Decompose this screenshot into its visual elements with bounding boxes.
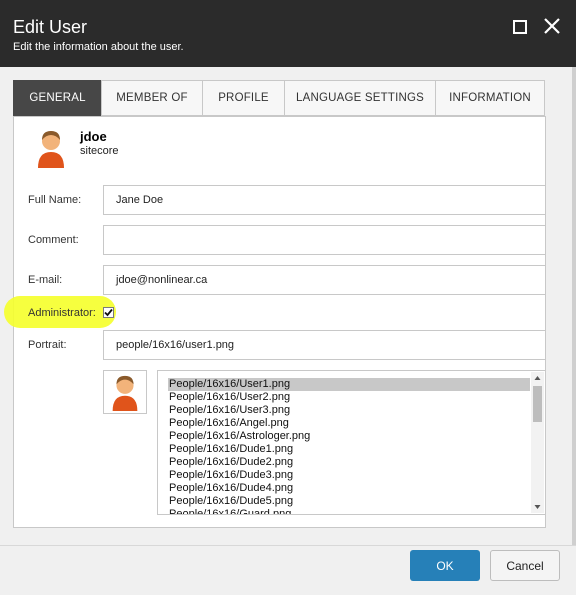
- dialog-titlebar: Edit User Edit the information about the…: [0, 0, 576, 67]
- administrator-label: Administrator:: [28, 307, 96, 319]
- user-domain: sitecore: [80, 145, 119, 157]
- user-avatar-icon: [38, 131, 64, 168]
- scroll-thumb[interactable]: [533, 386, 542, 422]
- portrait-list[interactable]: People/16x16/User1.png People/16x16/User2…: [157, 370, 546, 515]
- portrait-preview: [103, 370, 147, 414]
- ok-button[interactable]: OK: [410, 550, 480, 581]
- comment-field[interactable]: [103, 225, 546, 255]
- comment-label: Comment:: [28, 234, 79, 246]
- portrait-field[interactable]: people/16x16/user1.png: [103, 330, 546, 360]
- cancel-button[interactable]: Cancel: [490, 550, 560, 581]
- list-item[interactable]: People/16x16/Dude1.png: [168, 443, 530, 456]
- portrait-preview-icon: [112, 375, 138, 411]
- full-name-label: Full Name:: [28, 194, 82, 206]
- checkmark-icon: [104, 308, 113, 317]
- list-item[interactable]: People/16x16/User1.png: [168, 378, 530, 391]
- email-label: E-mail:: [28, 274, 63, 286]
- maximize-icon[interactable]: [513, 20, 527, 34]
- tab-language-settings[interactable]: LANGUAGE SETTINGS: [284, 80, 435, 116]
- dialog-title: Edit User: [13, 17, 88, 37]
- list-item[interactable]: People/16x16/Astrologer.png: [168, 430, 530, 443]
- window-edge: [572, 67, 576, 595]
- tab-member-of[interactable]: MEMBER OF: [101, 80, 202, 116]
- dialog-subtitle: Edit the information about the user.: [13, 41, 184, 53]
- list-item[interactable]: People/16x16/Guard.png: [168, 508, 530, 514]
- list-item[interactable]: People/16x16/User3.png: [168, 404, 530, 417]
- list-item[interactable]: People/16x16/Dude3.png: [168, 469, 530, 482]
- close-icon[interactable]: [541, 15, 563, 37]
- email-field[interactable]: jdoe@nonlinear.ca: [103, 265, 546, 295]
- tab-bar: GENERAL MEMBER OF PROFILE LANGUAGE SETTI…: [13, 80, 545, 116]
- tab-profile[interactable]: PROFILE: [202, 80, 284, 116]
- list-item[interactable]: People/16x16/User2.png: [168, 391, 530, 404]
- full-name-field[interactable]: Jane Doe: [103, 185, 546, 215]
- administrator-checkbox[interactable]: [103, 307, 114, 318]
- tab-information[interactable]: INFORMATION: [435, 80, 545, 116]
- list-item[interactable]: People/16x16/Dude2.png: [168, 456, 530, 469]
- scroll-up-icon[interactable]: [531, 372, 544, 384]
- list-item[interactable]: People/16x16/Dude5.png: [168, 495, 530, 508]
- scroll-down-icon[interactable]: [531, 501, 544, 513]
- tab-general[interactable]: GENERAL: [13, 80, 101, 116]
- user-name: jdoe: [80, 129, 107, 144]
- list-item[interactable]: People/16x16/Angel.png: [168, 417, 530, 430]
- portrait-list-scrollbar[interactable]: [531, 372, 544, 513]
- portrait-list-items: People/16x16/User1.png People/16x16/User2…: [168, 378, 530, 514]
- portrait-label: Portrait:: [28, 339, 67, 351]
- list-item[interactable]: People/16x16/Dude4.png: [168, 482, 530, 495]
